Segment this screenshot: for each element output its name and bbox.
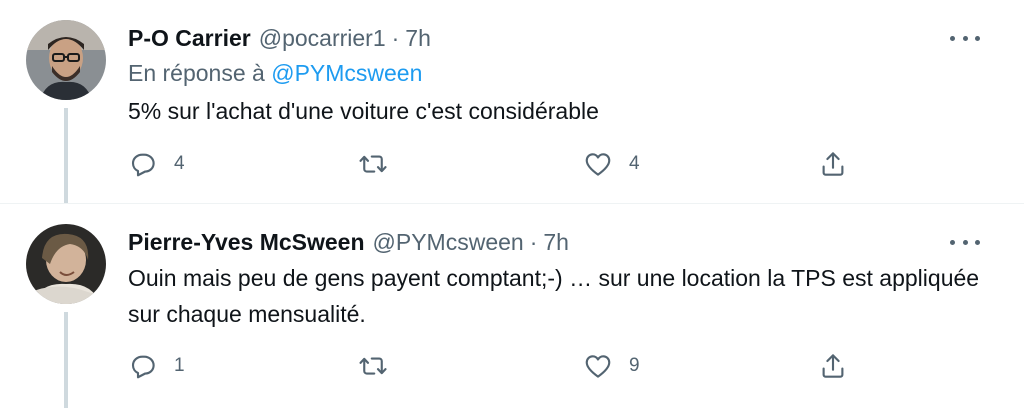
reply-prefix: En réponse à <box>128 60 265 86</box>
like-count: 9 <box>629 355 640 376</box>
separator: · <box>529 228 538 255</box>
reply-icon <box>131 153 155 177</box>
retweet-icon <box>359 357 387 375</box>
retweet-icon <box>359 155 387 173</box>
tweet-text: 5% sur l'achat d'une voiture c'est consi… <box>128 98 599 124</box>
reply-button[interactable]: 4 <box>128 146 185 182</box>
separator: · <box>391 24 400 51</box>
more-options-icon[interactable] <box>950 232 980 252</box>
like-count: 4 <box>629 153 640 174</box>
retweet-button[interactable] <box>358 146 404 182</box>
tweet[interactable]: P-O Carrier @pocarrier1 · 7h En réponse … <box>0 0 1024 203</box>
tweet-header: Pierre-Yves McSween @PYMcsween · 7h <box>128 226 569 258</box>
reply-context: En réponse à @PYMcsween <box>128 60 422 87</box>
heart-icon <box>585 153 611 176</box>
share-button[interactable] <box>818 146 848 182</box>
avatar[interactable] <box>26 20 106 100</box>
reply-icon <box>131 355 155 379</box>
reply-mention-link[interactable]: @PYMcsween <box>271 60 422 86</box>
timestamp[interactable]: 7h <box>543 229 569 256</box>
share-icon <box>822 354 844 378</box>
like-button[interactable]: 9 <box>583 348 640 384</box>
share-icon <box>822 152 844 176</box>
display-name[interactable]: P-O Carrier <box>128 25 251 52</box>
tweet[interactable]: Pierre-Yves McSween @PYMcsween · 7h Ouin… <box>0 203 1024 408</box>
like-button[interactable]: 4 <box>583 146 640 182</box>
reply-count: 4 <box>174 153 185 174</box>
heart-icon <box>585 355 611 378</box>
username[interactable]: @pocarrier1 <box>259 25 386 52</box>
timestamp[interactable]: 7h <box>405 25 431 52</box>
tweet-actions: 1 9 <box>128 348 888 384</box>
retweet-button[interactable] <box>358 348 404 384</box>
reply-button[interactable]: 1 <box>128 348 185 384</box>
username[interactable]: @PYMcsween <box>373 229 524 256</box>
share-button[interactable] <box>818 348 848 384</box>
display-name[interactable]: Pierre-Yves McSween <box>128 229 365 256</box>
thread-line <box>64 312 68 408</box>
more-options-icon[interactable] <box>950 28 980 48</box>
tweet-text: Ouin mais peu de gens payent comptant;-)… <box>128 265 980 327</box>
reply-count: 1 <box>174 355 185 376</box>
thread-line <box>64 108 68 203</box>
tweet-header: P-O Carrier @pocarrier1 · 7h <box>128 22 431 54</box>
tweet-actions: 4 4 <box>128 146 888 182</box>
avatar[interactable] <box>26 224 106 304</box>
